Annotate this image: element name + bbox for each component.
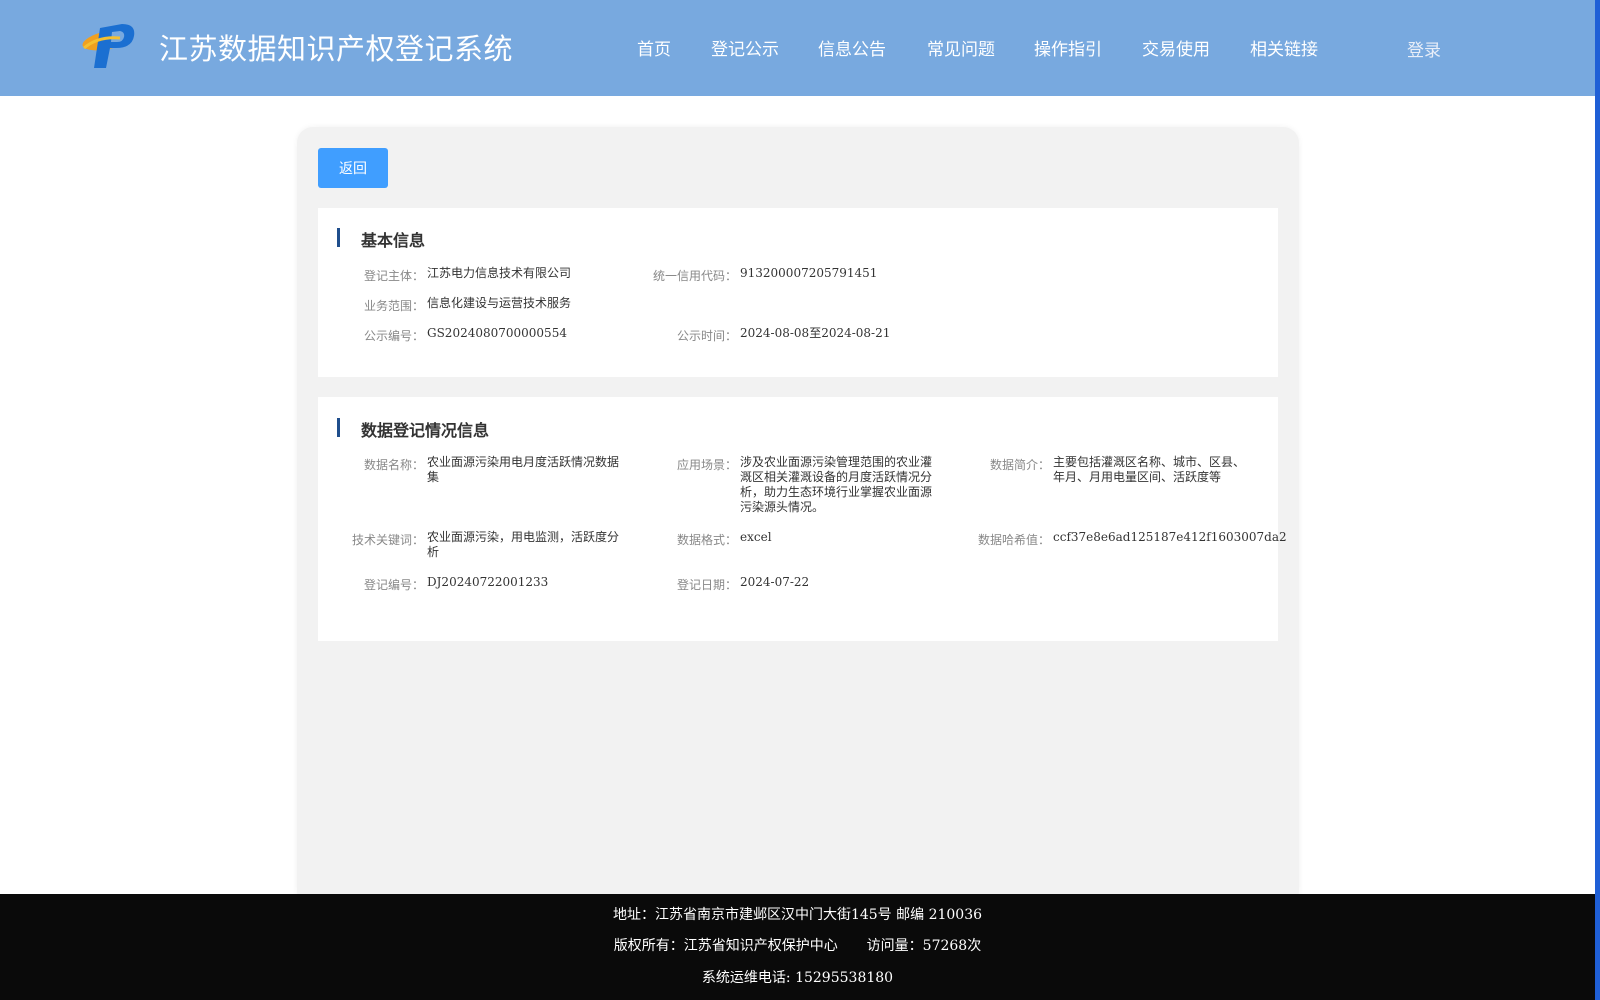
- nav-registration-notice[interactable]: 登记公示: [711, 35, 779, 60]
- registration-number-label: 登记编号：: [363, 578, 424, 592]
- section-title-data: 数据登记情况信息: [361, 421, 490, 440]
- site-footer: 地址：江苏省南京市建邺区汉中门大街145号 邮编 210036 版权所有：江苏省…: [0, 894, 1595, 1000]
- data-name-label: 数据名称：: [363, 458, 424, 472]
- credit-code-label: 统一信用代码：: [652, 269, 737, 283]
- nav-guide[interactable]: 操作指引: [1034, 35, 1102, 60]
- footer-visits: 访问量：57268次: [866, 938, 982, 954]
- business-scope-label: 业务范围：: [363, 299, 424, 313]
- scene-value: 涉及农业面源污染管理范围的农业灌溉区相关灌溉设备的月度活跃情况分析，助力生态环境…: [740, 455, 933, 514]
- subject-label: 登记主体：: [363, 269, 424, 283]
- footer-copyright-line: 版权所有：江苏省知识产权保护中心 访问量：57268次: [0, 935, 1595, 955]
- registration-date-value: 2024-07-22: [740, 575, 810, 589]
- nav-related-links[interactable]: 相关链接: [1250, 35, 1318, 60]
- hash-label: 数据哈希值：: [977, 533, 1050, 547]
- registration-date-label: 登记日期：: [676, 578, 737, 592]
- data-intro-value: 主要包括灌溉区名称、城市、区县、年月、月用电量区间、活跃度等: [1053, 455, 1246, 484]
- notice-number-label: 公示编号：: [363, 329, 424, 343]
- footer-copyright: 版权所有：江苏省知识产权保护中心: [613, 938, 838, 954]
- hash-value: ccf37e8e6ad125187e412f1603007da2: [1053, 530, 1287, 544]
- section-marker: [337, 418, 340, 437]
- notice-time-value: 2024-08-08至2024-08-21: [740, 326, 891, 340]
- footer-phone: 系统运维电话: 15295538180: [701, 970, 894, 986]
- subject-value: 江苏电力信息技术有限公司: [427, 266, 572, 280]
- data-registration-card: 数据登记情况信息 数据名称： 农业面源污染用电月度活跃情况数据集 应用场景： 涉…: [318, 397, 1287, 641]
- login-link[interactable]: 登录: [1407, 36, 1441, 61]
- credit-code-value: 913200007205791451: [740, 266, 878, 280]
- section-title-basic: 基本信息: [361, 231, 426, 250]
- site-header: 江苏数据知识产权登记系统 首页 登记公示 信息公告 常见问题 操作指引 交易使用…: [0, 0, 1595, 96]
- nav-trade-use[interactable]: 交易使用: [1142, 35, 1210, 60]
- keywords-label: 技术关键词：: [351, 533, 424, 547]
- data-intro-label: 数据简介：: [989, 458, 1050, 472]
- nav-faq[interactable]: 常见问题: [927, 35, 995, 60]
- data-name-value: 农业面源污染用电月度活跃情况数据集: [427, 455, 620, 484]
- format-value: excel: [740, 530, 772, 544]
- business-scope-value: 信息化建设与运营技术服务: [427, 296, 572, 310]
- footer-address: 地址：江苏省南京市建邺区汉中门大街145号 邮编 210036: [612, 907, 983, 923]
- notice-number-value: GS2024080700000554: [427, 326, 567, 340]
- notice-time-label: 公示时间：: [676, 329, 737, 343]
- nav-home[interactable]: 首页: [637, 35, 671, 60]
- keywords-value: 农业面源污染，用电监测，活跃度分析: [427, 530, 620, 559]
- registration-number-value: DJ20240722001233: [427, 575, 549, 589]
- section-marker: [337, 228, 340, 247]
- main-nav: 首页 登记公示 信息公告 常见问题 操作指引 交易使用 相关链接: [0, 35, 1595, 60]
- basic-info-card: 基本信息 登记主体： 江苏电力信息技术有限公司 统一信用代码： 91320000…: [318, 208, 1278, 377]
- nav-info-announcement[interactable]: 信息公告: [818, 35, 886, 60]
- scrollbar[interactable]: [1595, 0, 1600, 1000]
- scene-label: 应用场景：: [676, 458, 737, 472]
- back-button[interactable]: 返回: [318, 148, 388, 188]
- format-label: 数据格式：: [676, 533, 737, 547]
